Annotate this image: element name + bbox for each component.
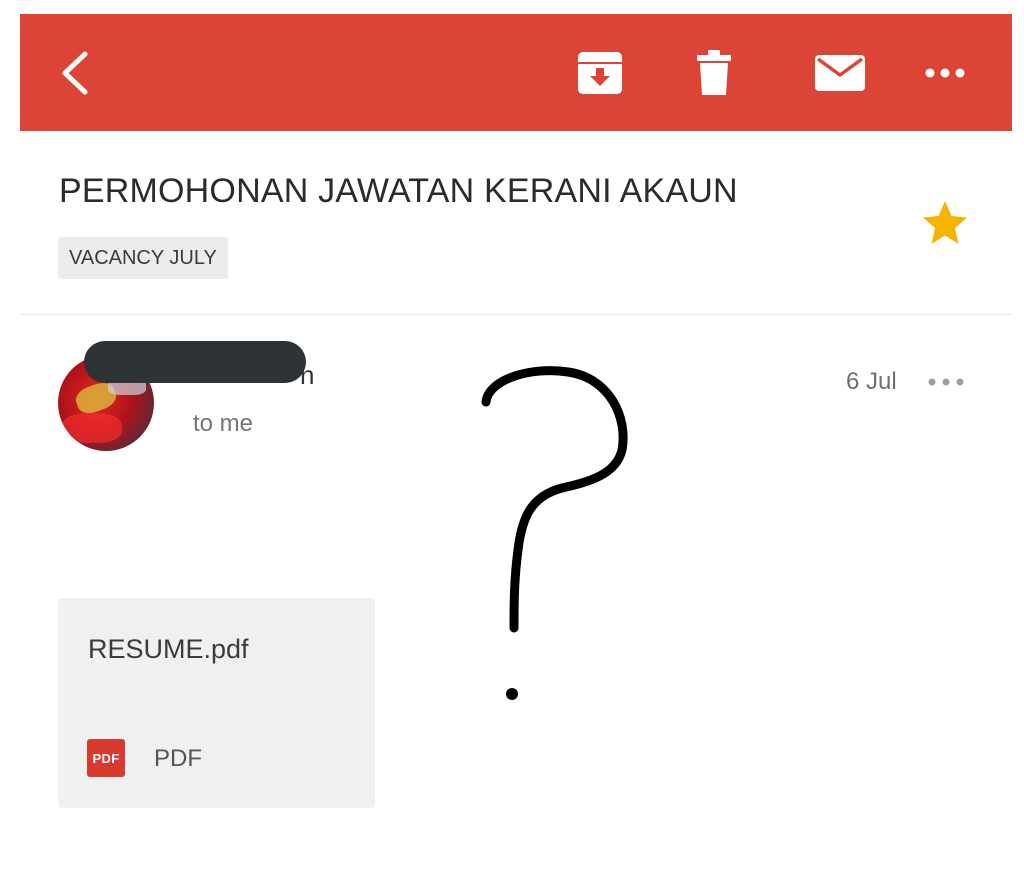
archive-icon [578, 51, 622, 94]
back-button[interactable] [48, 14, 100, 131]
mark-unread-icon [815, 54, 865, 91]
back-icon [62, 51, 88, 94]
star-button[interactable] [920, 198, 970, 248]
attachment-card[interactable]: RESUME.pdf PDF PDF [58, 598, 375, 808]
pdf-file-icon: PDF [87, 739, 125, 777]
star-icon [923, 201, 967, 244]
sender-name-tail: n [300, 360, 315, 390]
more-options-icon [928, 378, 964, 386]
question-mark-drawing [481, 366, 628, 700]
email-toolbar [20, 14, 1012, 131]
label-chip-text: VACANCY JULY [69, 246, 217, 269]
recipient-line[interactable]: to me [193, 410, 253, 438]
more-options-button[interactable] [910, 14, 980, 131]
attachment-file-type: PDF [154, 745, 202, 772]
message-date: 6 Jul [846, 368, 897, 395]
redacted-sender-name [84, 341, 306, 383]
label-chip[interactable]: VACANCY JULY [58, 237, 228, 279]
delete-button[interactable] [688, 14, 740, 131]
delete-icon [697, 49, 731, 95]
mark-unread-button[interactable] [800, 14, 880, 131]
email-subject: PERMOHONAN JAWATAN KERANI AKAUN [59, 172, 738, 210]
more-options-icon [925, 68, 965, 77]
header-divider [20, 314, 1012, 315]
archive-button[interactable] [570, 14, 630, 131]
attachment-file-name: RESUME.pdf [88, 634, 249, 664]
message-more-button[interactable] [926, 372, 966, 392]
